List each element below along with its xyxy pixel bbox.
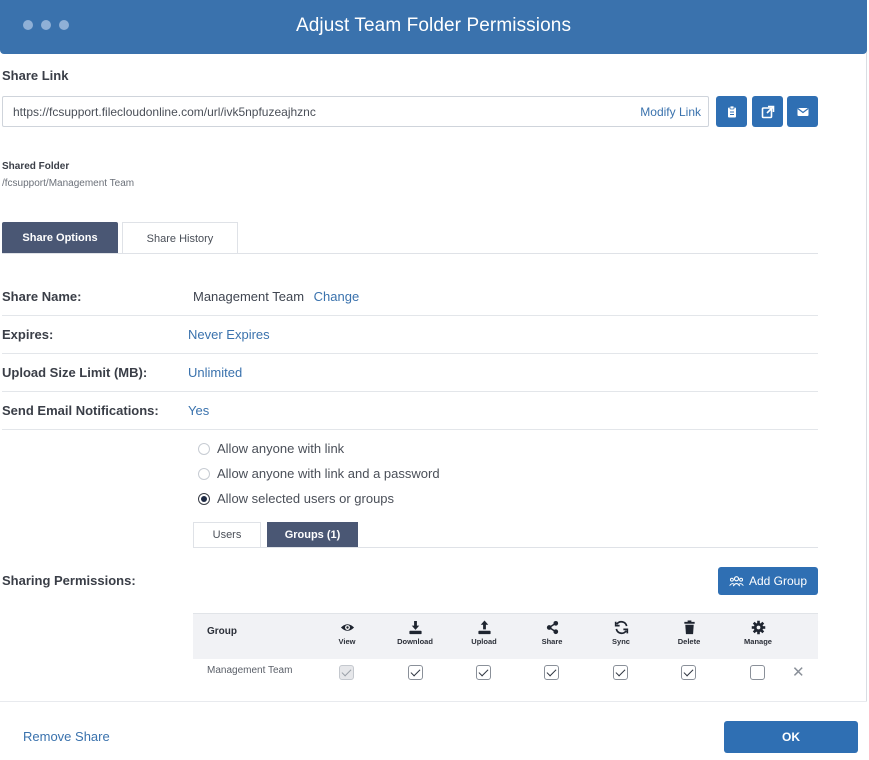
delete-label: Delete [677,637,701,646]
download-icon [408,620,422,635]
manage-column-header: Manage [728,614,788,646]
share-name-row: Management Team Change [193,289,359,304]
share-link-label: Share Link [2,68,69,83]
sync-checkbox[interactable] [613,665,628,680]
change-share-name-link[interactable]: Change [314,289,360,304]
remove-share-link[interactable]: Remove Share [23,729,110,744]
tab-users[interactable]: Users [193,522,261,547]
share-link-url[interactable]: https://fcsupport.filecloudonline.com/ur… [13,105,316,119]
download-column-header: Download [385,614,445,646]
ok-button[interactable]: OK [724,721,858,753]
group-name: Management Team [207,665,293,676]
email-icon [796,107,809,116]
radio-button-selected[interactable] [198,492,210,505]
upload-limit-link[interactable]: Unlimited [188,365,242,380]
share-name-label: Share Name: [2,289,82,304]
share-name-value: Management Team [193,289,305,304]
divider [2,429,818,430]
gear-icon [751,620,765,635]
radio-anyone-with-link[interactable]: Allow anyone with link [198,441,344,456]
share-checkbox[interactable] [544,665,559,680]
email-link-button[interactable] [787,96,818,127]
eye-icon [340,624,354,631]
copy-link-button[interactable] [716,96,747,127]
email-notifications-link[interactable]: Yes [188,403,209,418]
shared-folder-path: /fcsupport/Management Team [2,178,135,189]
radio-label: Allow selected users or groups [217,491,395,506]
view-checkbox [339,665,354,680]
divider [2,391,818,392]
upload-column-header: Upload [454,614,514,646]
group-icon [729,575,744,586]
title-bar: Adjust Team Folder Permissions [0,0,867,54]
divider [2,315,818,316]
tab-share-options[interactable]: Share Options [2,222,118,254]
share-column-header: Share [522,614,582,646]
table-row: Management Team ✕ [193,659,818,699]
add-group-button[interactable]: Add Group [718,567,818,595]
download-checkbox[interactable] [408,665,423,680]
divider [2,253,818,254]
trash-icon [683,620,695,635]
tab-share-history[interactable]: Share History [122,222,238,254]
upload-checkbox[interactable] [476,665,491,680]
email-notifications-label: Send Email Notifications: [2,403,159,418]
clipboard-icon [727,105,736,117]
shared-folder-label: Shared Folder [2,161,70,172]
share-icon [546,620,558,635]
view-column-header: View [317,614,377,646]
view-label: View [338,637,356,646]
share-label: Share [541,637,563,646]
upload-label: Upload [471,637,497,646]
delete-column-header: Delete [659,614,719,646]
radio-button[interactable] [198,442,210,455]
radio-button[interactable] [198,467,210,480]
dialog-title: Adjust Team Folder Permissions [295,15,572,36]
open-link-button[interactable] [752,96,783,127]
radio-selected-users-groups[interactable]: Allow selected users or groups [198,491,394,506]
sync-column-header: Sync [591,614,651,646]
add-group-label: Add Group [748,574,808,588]
group-column-header: Group [207,626,237,637]
radio-label: Allow anyone with link [217,441,345,456]
modify-link-button[interactable]: Modify Link [640,105,701,119]
share-link-field[interactable]: https://fcsupport.filecloudonline.com/ur… [2,96,709,127]
table-header: Group View Download Upload Share Sync De… [193,613,818,659]
remove-group-icon[interactable]: ✕ [792,663,805,681]
divider [2,353,818,354]
divider [193,547,818,548]
radio-anyone-with-password[interactable]: Allow anyone with link and a password [198,466,440,481]
dialog-footer: Remove Share OK [0,701,867,760]
expires-label: Expires: [2,327,54,342]
sync-icon [614,620,628,635]
manage-checkbox[interactable] [750,665,765,680]
dialog-window: Adjust Team Folder Permissions Share Lin… [0,0,867,760]
upload-limit-label: Upload Size Limit (MB): [2,365,148,380]
sharing-permissions-label: Sharing Permissions: [2,573,136,588]
upload-icon [477,620,491,635]
download-label: Download [397,637,433,646]
sync-label: Sync [612,637,630,646]
tab-groups[interactable]: Groups (1) [267,522,358,547]
open-external-icon [761,105,774,118]
radio-label: Allow anyone with link and a password [217,466,440,481]
delete-checkbox[interactable] [681,665,696,680]
expires-link[interactable]: Never Expires [188,327,270,342]
manage-label: Manage [744,637,772,646]
